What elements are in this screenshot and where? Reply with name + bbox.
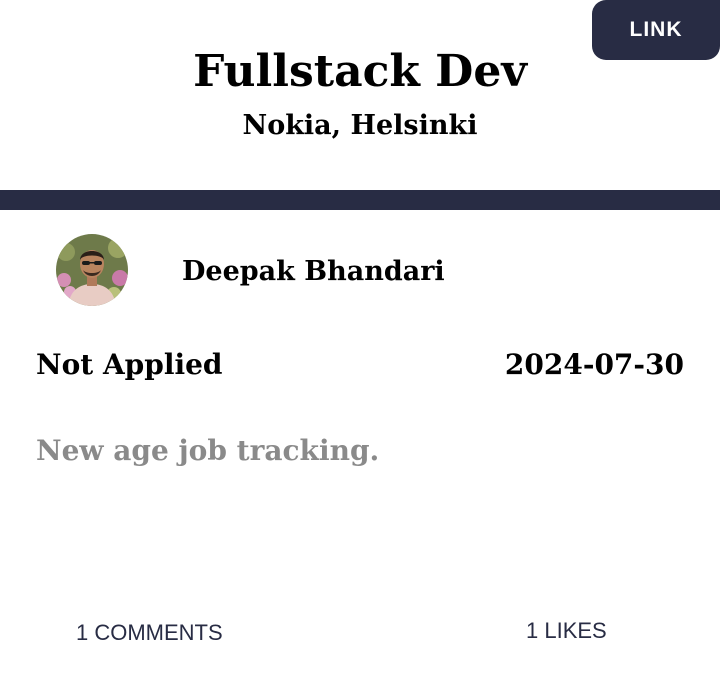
comments-link[interactable]: 1 COMMENTS <box>76 618 223 648</box>
job-location: Nokia, Helsinki <box>242 110 478 141</box>
job-description: New age job tracking. <box>36 434 380 467</box>
likes-link[interactable]: 1 LIKES <box>526 616 607 646</box>
user-avatar-icon <box>56 234 128 306</box>
posted-date: 2024-07-30 <box>504 348 684 381</box>
application-status: Not Applied <box>36 348 223 381</box>
header-divider <box>0 190 720 210</box>
job-title: Fullstack Dev <box>193 46 527 97</box>
avatar[interactable] <box>56 234 128 306</box>
author-name: Deepak Bhandari <box>182 256 445 287</box>
